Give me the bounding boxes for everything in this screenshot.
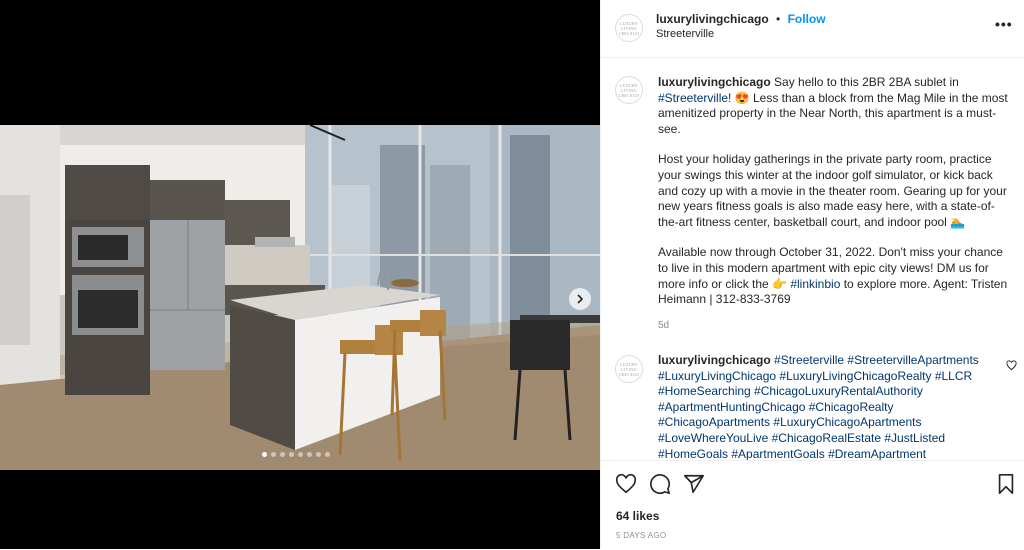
- carousel-dot: [289, 452, 294, 457]
- carousel-dot: [316, 452, 321, 457]
- chevron-right-icon: [577, 294, 584, 304]
- post-side-panel: LUXURY LIVING CHICAGO luxurylivingchicag…: [600, 0, 1024, 549]
- caption-username[interactable]: luxurylivingchicago: [658, 75, 771, 89]
- kitchen-photo: [0, 125, 600, 470]
- comment-button[interactable]: [649, 473, 671, 498]
- heart-icon: [615, 473, 637, 494]
- post-username[interactable]: luxurylivingchicago: [656, 12, 769, 26]
- carousel-dot: [262, 452, 267, 457]
- post-header: LUXURY LIVING CHICAGO luxurylivingchicag…: [601, 0, 1024, 58]
- more-options-icon[interactable]: •••: [995, 16, 1013, 32]
- carousel-dot: [325, 452, 330, 457]
- carousel-dot: [280, 452, 285, 457]
- follow-button[interactable]: Follow: [788, 12, 826, 26]
- bookmark-icon: [998, 474, 1014, 494]
- comments-section: LUXURY LIVING CHICAGO luxurylivingchicag…: [601, 58, 1024, 460]
- carousel-indicator: [262, 452, 330, 457]
- share-icon: [684, 474, 704, 494]
- hashtag-link[interactable]: #linkinbio: [790, 277, 840, 291]
- comment-hashtags[interactable]: #Streeterville #StreetervilleApartments …: [658, 353, 979, 460]
- caption-text: luxurylivingchicago Say hello to this 2B…: [658, 75, 1013, 308]
- carousel-dot: [307, 452, 312, 457]
- caption-timestamp: 5d: [658, 320, 670, 331]
- caption-paragraph: Available now through October 31, 2022. …: [658, 245, 1013, 307]
- carousel-next-button[interactable]: [569, 288, 591, 310]
- separator-dot: •: [776, 12, 781, 26]
- carousel-dot: [298, 452, 303, 457]
- carousel-dot: [271, 452, 276, 457]
- caption-paragraph: Host your holiday gatherings in the priv…: [658, 152, 1007, 229]
- caption-part: Say hello to this 2BR 2BA sublet in: [770, 75, 959, 89]
- share-button[interactable]: [683, 473, 705, 498]
- heart-icon: [1006, 360, 1017, 371]
- save-button[interactable]: [995, 473, 1017, 498]
- like-button[interactable]: [615, 473, 637, 498]
- post-actions: 64 likes 5 DAYS AGO: [601, 460, 1024, 550]
- instagram-post-modal: LUXURY LIVING CHICAGO luxurylivingchicag…: [0, 0, 1024, 549]
- avatar-logo-text: LUXURY LIVING CHICAGO: [618, 20, 640, 36]
- comment-avatar[interactable]: LUXURY LIVING CHICAGO: [615, 355, 643, 383]
- post-photo[interactable]: [0, 125, 600, 470]
- comment-like-button[interactable]: [1006, 360, 1017, 374]
- comment-text: luxurylivingchicago #Streeterville #Stre…: [658, 353, 988, 460]
- post-date: 5 DAYS AGO: [616, 531, 667, 540]
- avatar[interactable]: LUXURY LIVING CHICAGO: [615, 14, 643, 42]
- comment-icon: [650, 474, 671, 495]
- avatar-logo-text: LUXURY LIVING CHICAGO: [618, 82, 640, 98]
- avatar-logo-text: LUXURY LIVING CHICAGO: [618, 361, 640, 377]
- hashtag-link[interactable]: #Streeterville: [658, 91, 728, 105]
- comment-username[interactable]: luxurylivingchicago: [658, 353, 771, 367]
- caption-avatar[interactable]: LUXURY LIVING CHICAGO: [615, 76, 643, 104]
- post-location[interactable]: Streeterville: [656, 28, 714, 40]
- media-panel: [0, 0, 600, 549]
- likes-count[interactable]: 64 likes: [616, 509, 659, 523]
